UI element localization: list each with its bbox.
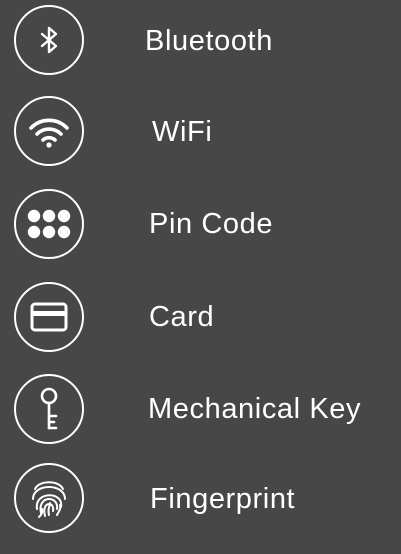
- bluetooth-icon: [14, 5, 84, 75]
- list-item-fingerprint: Fingerprint: [0, 462, 401, 554]
- list-item-label: Bluetooth: [145, 25, 273, 57]
- unlock-methods-list: Bluetooth WiFi Pin Code Card Mechanical …: [0, 0, 401, 534]
- list-item-bluetooth: Bluetooth: [0, 0, 401, 92]
- list-item-label: Mechanical Key: [148, 393, 362, 425]
- wifi-icon: [14, 96, 84, 166]
- list-item-mechanical-key: Mechanical Key: [0, 372, 401, 464]
- list-item-wifi: WiFi: [0, 92, 401, 184]
- list-item-label: WiFi: [152, 116, 213, 148]
- list-item-card: Card: [0, 280, 401, 372]
- fingerprint-icon: [14, 463, 84, 533]
- list-item-label: Pin Code: [149, 208, 274, 240]
- list-item-pin-code: Pin Code: [0, 187, 401, 279]
- list-item-label: Card: [149, 301, 215, 333]
- list-item-label: Fingerprint: [150, 483, 296, 515]
- keypad-icon: [14, 189, 84, 259]
- key-icon: [14, 374, 84, 444]
- card-icon: [14, 282, 84, 352]
